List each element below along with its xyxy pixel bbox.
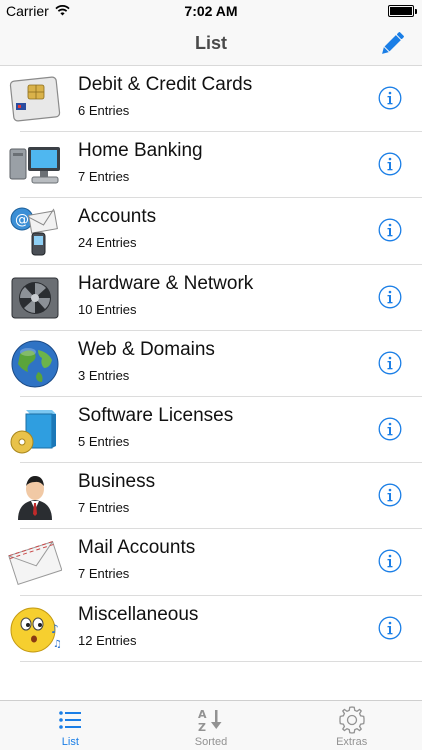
edit-button[interactable]	[374, 26, 410, 62]
list-item-count: 7 Entries	[78, 566, 130, 582]
list-item-software-licenses[interactable]: Software Licenses 5 Entries	[0, 397, 422, 464]
list-item-miscellaneous[interactable]: ♪ ♫ Miscellaneous 12 Entries	[0, 596, 422, 662]
status-bar: Carrier 7:02 AM	[0, 0, 422, 22]
list-item-title: Debit & Credit Cards	[78, 74, 253, 95]
svg-text:Z: Z	[198, 721, 206, 733]
envelope-icon	[8, 536, 63, 588]
list-item-hardware-network[interactable]: Hardware & Network 10 Entries	[0, 265, 422, 331]
info-icon[interactable]	[378, 549, 402, 573]
tab-extras[interactable]: Extras	[281, 701, 422, 750]
svg-text:A: A	[198, 708, 207, 721]
status-time: 7:02 AM	[184, 3, 238, 19]
list-item-count: 7 Entries	[78, 169, 130, 185]
tab-label: List	[61, 736, 79, 748]
tab-label: Sorted	[194, 736, 228, 748]
list-item-count: 7 Entries	[78, 500, 130, 516]
sort-az-icon: A Z	[196, 706, 226, 734]
software-box-icon	[8, 404, 62, 456]
credit-card-icon	[8, 73, 62, 125]
businessman-icon	[8, 470, 62, 522]
list-item-accounts[interactable]: @ Accounts 24 Entries	[0, 198, 422, 265]
list-item-title: Mail Accounts	[78, 537, 196, 559]
info-icon[interactable]	[378, 218, 402, 242]
info-icon[interactable]	[378, 86, 402, 110]
info-icon[interactable]	[378, 417, 402, 441]
info-icon[interactable]	[378, 152, 402, 176]
tab-sorted[interactable]: A Z Sorted	[141, 701, 282, 750]
svg-text:♫: ♫	[53, 639, 62, 650]
list-item-count: 5 Entries	[78, 433, 130, 449]
list-item-count: 24 Entries	[78, 235, 137, 251]
navigation-bar: List	[0, 22, 422, 66]
list-item-count: 6 Entries	[78, 103, 130, 118]
list-item-web-domains[interactable]: Web & Domains 3 Entries	[0, 331, 422, 398]
tab-list[interactable]: List	[0, 701, 141, 750]
list-item-title: Software Licenses	[78, 404, 234, 426]
cpu-cooler-icon	[8, 272, 62, 324]
list-item-title: Hardware & Network	[78, 272, 254, 294]
gear-icon	[337, 706, 367, 734]
info-icon[interactable]	[378, 285, 402, 309]
list-item-title: Accounts	[78, 206, 157, 228]
globe-icon	[8, 338, 62, 390]
whistling-smiley-icon: ♪ ♫	[8, 603, 62, 655]
list-item-title: Home Banking	[78, 140, 203, 162]
accounts-icon: @	[8, 205, 62, 257]
svg-text:♪: ♪	[51, 622, 59, 636]
list-item-count: 3 Entries	[78, 367, 130, 383]
list-item-debit-credit-cards[interactable]: Debit & Credit Cards 6 Entries	[0, 66, 422, 133]
list-item-business[interactable]: Business 7 Entries	[0, 463, 422, 530]
tab-bar: List A Z Sorted Extras	[0, 700, 422, 750]
list-item-title: Business	[78, 471, 156, 493]
list-item-title: Miscellaneous	[78, 603, 199, 625]
info-icon[interactable]	[378, 351, 402, 375]
list-icon	[55, 706, 85, 734]
info-icon[interactable]	[378, 483, 402, 507]
list-item-mail-accounts[interactable]: Mail Accounts 7 Entries	[0, 529, 422, 596]
list-item-home-banking[interactable]: Home Banking 7 Entries	[0, 132, 422, 199]
category-list: Debit & Credit Cards 6 Entries Home Bank…	[0, 66, 422, 662]
pencil-icon	[382, 32, 404, 54]
info-icon[interactable]	[378, 616, 402, 640]
svg-text:@: @	[15, 212, 29, 228]
page-title: List	[194, 33, 227, 53]
computer-icon	[8, 139, 62, 191]
tab-label: Extras	[336, 736, 368, 748]
list-item-title: Web & Domains	[78, 338, 215, 360]
battery-icon	[388, 5, 417, 17]
list-item-count: 10 Entries	[78, 301, 137, 317]
list-item-count: 12 Entries	[78, 632, 137, 648]
